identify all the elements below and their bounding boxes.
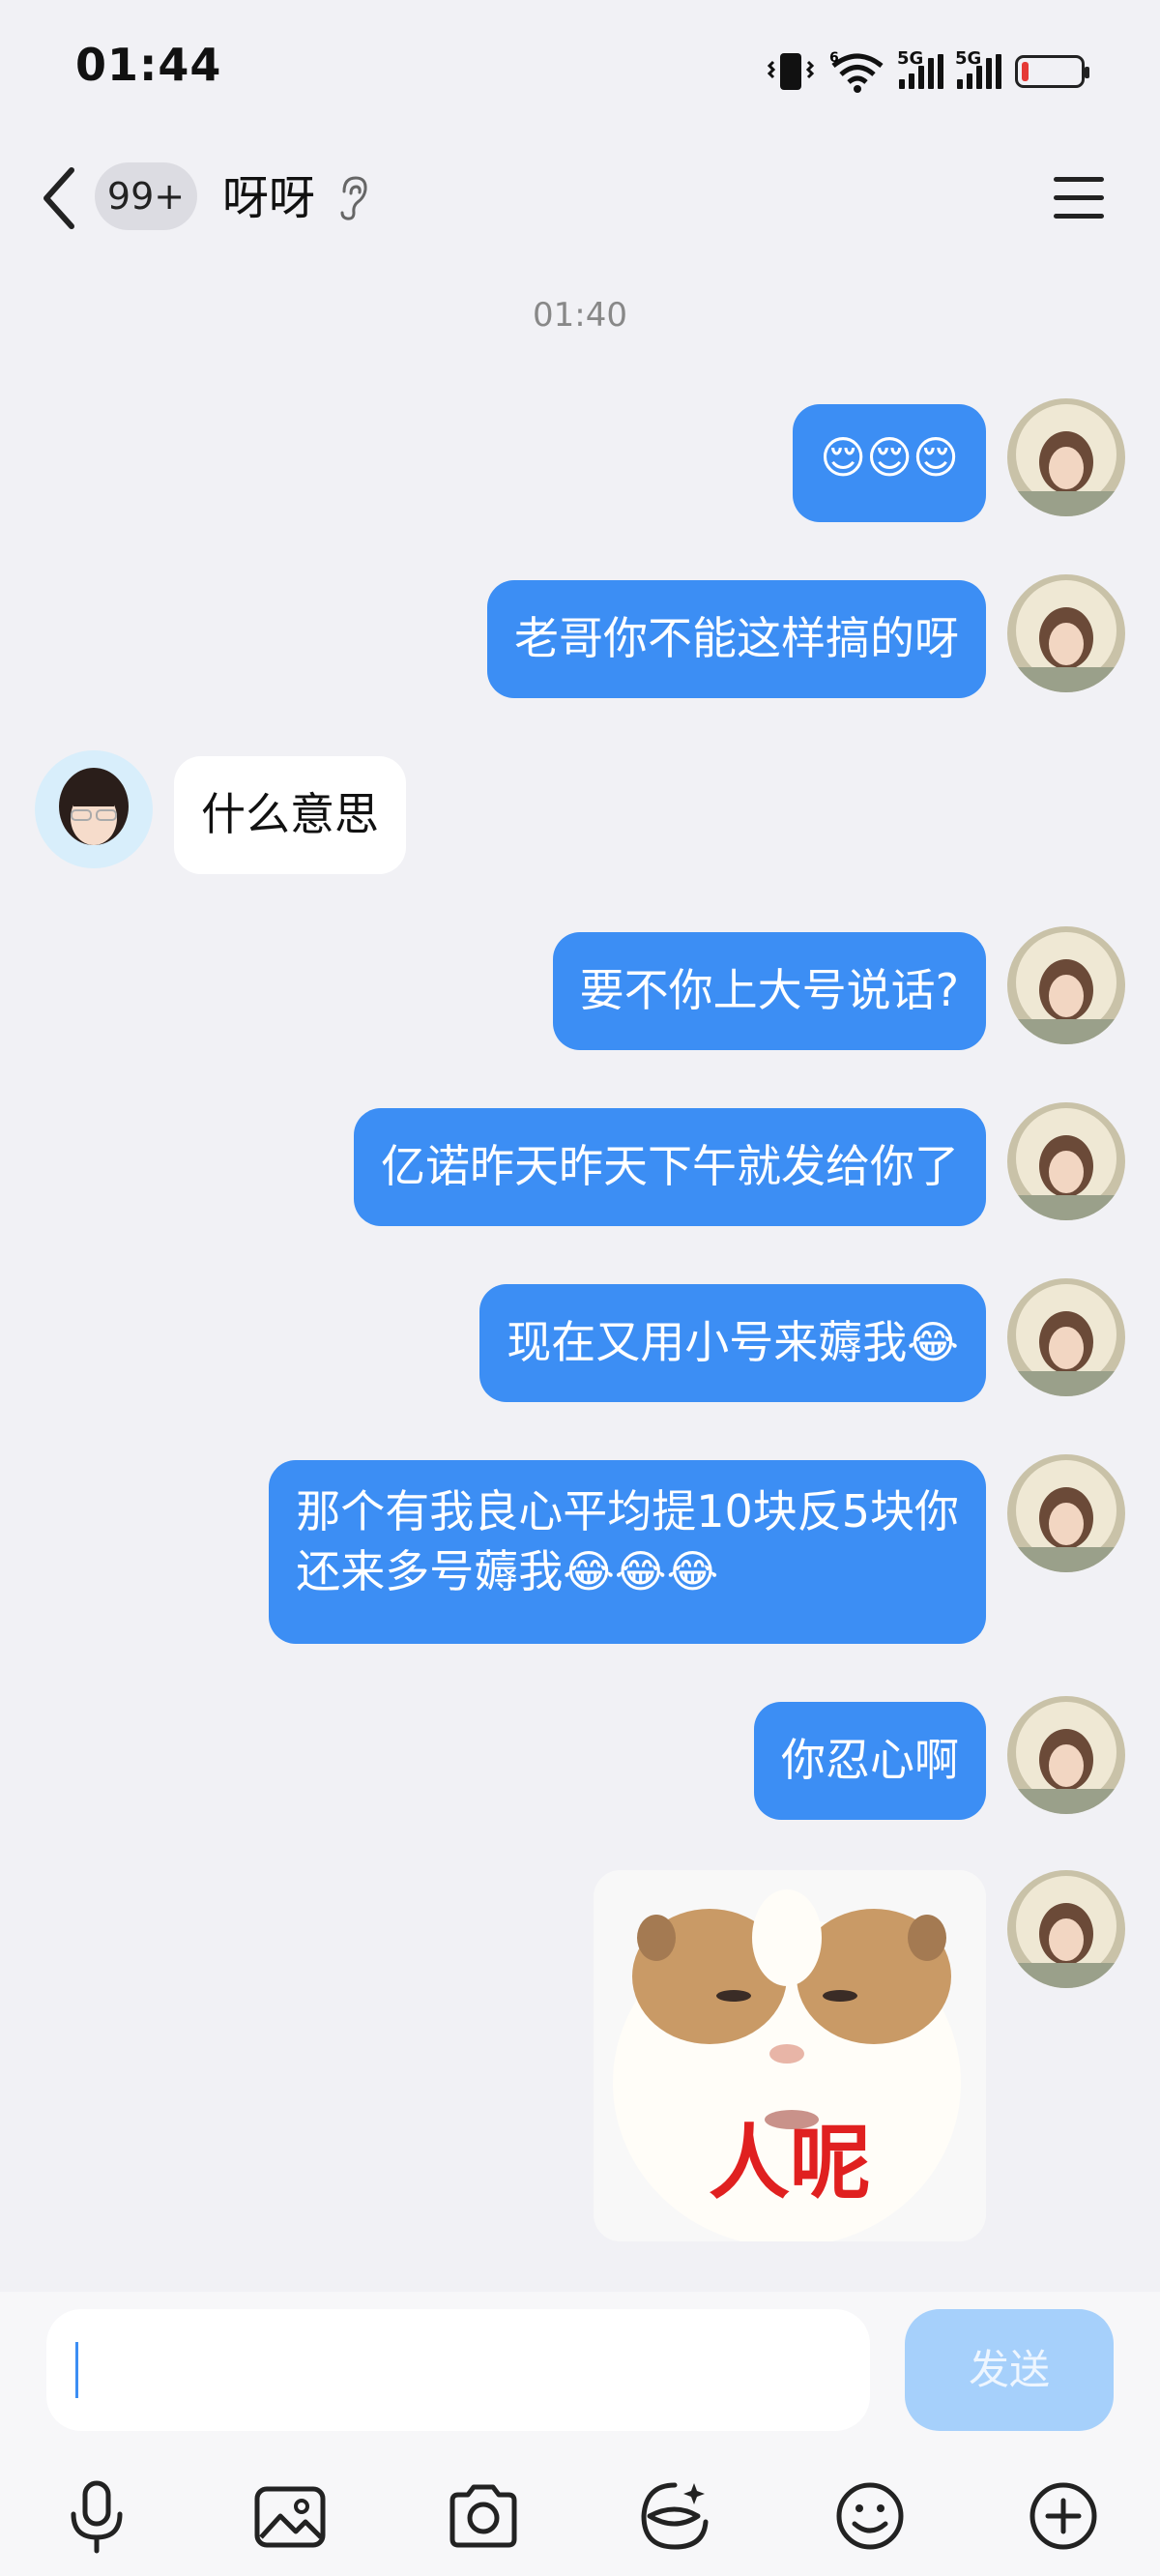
battery-icon bbox=[1015, 55, 1089, 88]
image-icon[interactable] bbox=[251, 2477, 329, 2555]
status-time: 01:44 bbox=[75, 39, 222, 91]
message-row: 😌😌😌 bbox=[0, 398, 1160, 524]
my-avatar[interactable] bbox=[1007, 1870, 1125, 1988]
contact-avatar[interactable] bbox=[35, 750, 153, 868]
hamster-sticker-image: 人呢 bbox=[594, 1870, 986, 2241]
text-caret bbox=[75, 2342, 78, 2398]
emoji-icon[interactable] bbox=[831, 2477, 909, 2555]
status-bar: 01:44 6 5G 5G bbox=[0, 0, 1160, 140]
message-bubble-sent[interactable]: 亿诺昨天昨天下午就发给你了 bbox=[354, 1108, 986, 1226]
chat-header: 99+ 呀呀 bbox=[0, 145, 1160, 251]
send-button[interactable]: 发送 bbox=[905, 2309, 1114, 2431]
my-avatar[interactable] bbox=[1007, 926, 1125, 1044]
message-bubble-sent[interactable]: 你忍心啊 bbox=[754, 1702, 986, 1820]
message-row: 亿诺昨天昨天下午就发给你了 bbox=[0, 1102, 1160, 1228]
my-avatar[interactable] bbox=[1007, 574, 1125, 692]
microphone-icon[interactable] bbox=[58, 2477, 135, 2555]
my-avatar[interactable] bbox=[1007, 1102, 1125, 1220]
ear-icon[interactable] bbox=[336, 174, 369, 222]
status-icons: 6 5G 5G bbox=[766, 43, 1089, 101]
message-bubble-sent[interactable]: 要不你上大号说话? bbox=[552, 932, 986, 1050]
message-line: 那个有我良心平均提10块反5块你 bbox=[296, 1485, 959, 1537]
signal-icon-2: 5G bbox=[955, 48, 1001, 89]
back-chevron-icon[interactable] bbox=[39, 164, 81, 232]
svg-text:6: 6 bbox=[829, 50, 839, 66]
signal-icon-1: 5G bbox=[897, 48, 943, 89]
input-bar: 发送 bbox=[0, 2292, 1160, 2576]
message-bubble-sent[interactable]: 那个有我良心平均提10块反5块你 还来多号薅我😂😂😂 bbox=[269, 1460, 986, 1644]
sticker-icon[interactable] bbox=[636, 2477, 713, 2555]
message-row: 要不你上大号说话? bbox=[0, 926, 1160, 1052]
message-input[interactable] bbox=[46, 2309, 870, 2431]
sticker-message[interactable]: 人呢 bbox=[594, 1870, 986, 2241]
my-avatar[interactable] bbox=[1007, 1278, 1125, 1396]
message-row: 人呢 bbox=[0, 1870, 1160, 2247]
message-row: 那个有我良心平均提10块反5块你 还来多号薅我😂😂😂 bbox=[0, 1454, 1160, 1644]
menu-icon[interactable] bbox=[1050, 168, 1108, 226]
my-avatar[interactable] bbox=[1007, 1454, 1125, 1572]
message-bubble-sent[interactable]: 😌😌😌 bbox=[793, 404, 986, 522]
message-row: 你忍心啊 bbox=[0, 1696, 1160, 1822]
unread-count-badge[interactable]: 99+ bbox=[95, 162, 197, 230]
message-bubble-sent[interactable]: 现在又用小号来薅我😂 bbox=[479, 1284, 986, 1402]
message-line: 还来多号薅我😂😂😂 bbox=[296, 1545, 719, 1597]
message-row: 现在又用小号来薅我😂 bbox=[0, 1278, 1160, 1404]
message-row: 什么意思 bbox=[0, 750, 1160, 876]
my-avatar[interactable] bbox=[1007, 398, 1125, 516]
message-row: 老哥你不能这样搞的呀 bbox=[0, 574, 1160, 700]
message-timestamp: 01:40 bbox=[533, 296, 627, 335]
wifi-icon: 6 bbox=[829, 50, 884, 93]
sticker-caption: 人呢 bbox=[709, 2116, 871, 2210]
message-bubble-sent[interactable]: 老哥你不能这样搞的呀 bbox=[487, 580, 986, 698]
camera-icon[interactable] bbox=[445, 2477, 522, 2555]
input-toolbar bbox=[0, 2466, 1160, 2562]
my-avatar[interactable] bbox=[1007, 1696, 1125, 1814]
message-bubble-received[interactable]: 什么意思 bbox=[174, 756, 406, 874]
plus-icon[interactable] bbox=[1025, 2477, 1102, 2555]
chat-title[interactable]: 呀呀 bbox=[222, 164, 315, 232]
vibrate-icon bbox=[767, 53, 815, 90]
